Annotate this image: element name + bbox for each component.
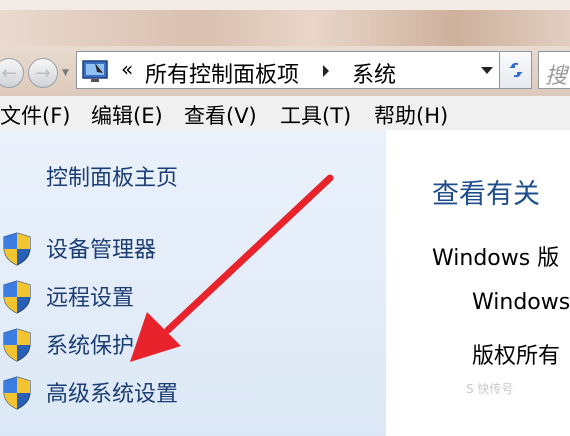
red-annotation-arrow — [130, 174, 334, 362]
